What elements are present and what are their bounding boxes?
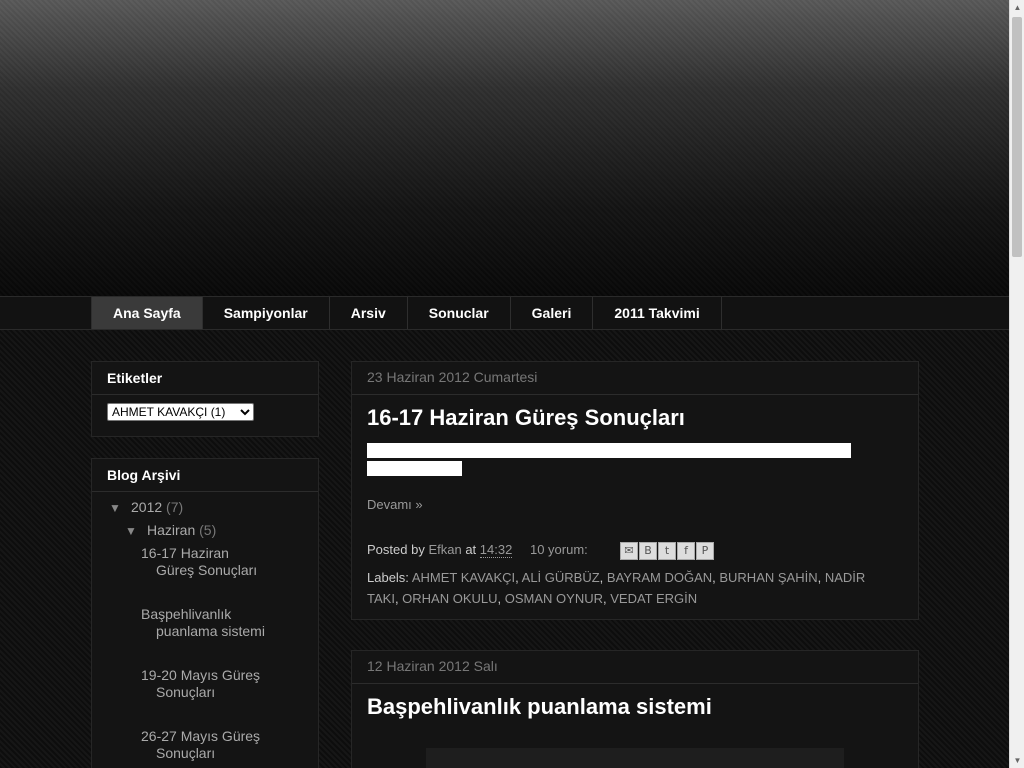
facebook-icon[interactable]: f	[677, 542, 695, 560]
blog-post: 12 Haziran 2012 Salı Başpehlivanlık puan…	[351, 650, 919, 768]
archive-post-link[interactable]: 16-17 Haziran Güreş Sonuçları	[141, 545, 266, 579]
archive-month-row: ▼ Haziran (5)	[125, 522, 216, 538]
tab-galeri[interactable]: Galeri	[511, 297, 594, 329]
email-icon[interactable]: ✉	[620, 542, 638, 560]
archive-month-count: (5)	[199, 522, 217, 538]
label-link[interactable]: OSMAN OYNUR	[505, 591, 603, 606]
archive-post-link[interactable]: 26-27 Mayıs Güreş Sonuçları	[141, 728, 266, 762]
redacted-text-block	[367, 443, 851, 458]
navbar: Ana Sayfa Sampiyonlar Arsiv Sonuclar Gal…	[0, 296, 1009, 330]
post-labels: Labels: AHMET KAVAKÇI, ALİ GÜRBÜZ, BAYRA…	[367, 570, 866, 606]
tab-ana-sayfa[interactable]: Ana Sayfa	[91, 297, 203, 329]
archive-widget: Blog Arşivi ▼ 2012 (7) ▼ Haziran (5) 16-17…	[91, 458, 319, 768]
label-link[interactable]: BURHAN ŞAHİN	[719, 570, 817, 585]
vertical-scrollbar[interactable]: ▲ ▼	[1009, 0, 1024, 768]
labels-widget-title: Etiketler	[92, 362, 318, 395]
share-buttons: ✉ B t f P	[620, 542, 715, 560]
archive-year-count: (7)	[166, 499, 184, 515]
archive-month-link[interactable]: Haziran	[147, 522, 195, 538]
scroll-up-arrow-icon[interactable]: ▲	[1010, 0, 1024, 15]
blog-header	[0, 0, 1009, 296]
comments-link[interactable]: 10 yorum:	[530, 542, 588, 557]
tab-sonuclar[interactable]: Sonuclar	[408, 297, 511, 329]
page: Ana Sayfa Sampiyonlar Arsiv Sonuclar Gal…	[0, 0, 1009, 768]
post-footer: Posted by Efkan at 14:32 10 yorum:	[367, 542, 588, 558]
labels-dropdown[interactable]: AHMET KAVAKÇI (1)	[107, 403, 254, 421]
label-link[interactable]: AHMET KAVAKÇI	[412, 570, 515, 585]
collapse-toggle-icon[interactable]: ▼	[125, 524, 147, 538]
twitter-icon[interactable]: t	[658, 542, 676, 560]
collapse-toggle-icon[interactable]: ▼	[109, 501, 131, 515]
embedded-media[interactable]	[426, 748, 844, 768]
blog-post: 23 Haziran 2012 Cumartesi 16-17 Haziran …	[351, 361, 919, 620]
tab-sampiyonlar[interactable]: Sampiyonlar	[203, 297, 330, 329]
scrollbar-thumb[interactable]	[1012, 17, 1022, 257]
label-link[interactable]: ALİ GÜRBÜZ	[522, 570, 600, 585]
post-title[interactable]: Başpehlivanlık puanlama sistemi	[367, 694, 712, 720]
author-link[interactable]: Efkan	[428, 542, 461, 557]
post-time-link[interactable]: 14:32	[479, 542, 513, 558]
archive-post-link[interactable]: 19-20 Mayıs Güreş Sonuçları	[141, 667, 266, 701]
archive-widget-title: Blog Arşivi	[92, 459, 318, 492]
post-title[interactable]: 16-17 Haziran Güreş Sonuçları	[367, 405, 685, 431]
at-label: at	[465, 542, 477, 557]
archive-year-link[interactable]: 2012	[131, 499, 162, 515]
scroll-down-arrow-icon[interactable]: ▼	[1010, 753, 1024, 768]
label-link[interactable]: ORHAN OKULU	[402, 591, 497, 606]
archive-year-row: ▼ 2012 (7)	[109, 499, 183, 515]
redacted-text-block	[367, 461, 462, 476]
nav-tabs: Ana Sayfa Sampiyonlar Arsiv Sonuclar Gal…	[91, 297, 722, 330]
label-link[interactable]: VEDAT ERGİN	[610, 591, 697, 606]
post-date: 23 Haziran 2012 Cumartesi	[352, 362, 918, 395]
labels-prefix: Labels:	[367, 570, 409, 585]
posted-by-label: Posted by	[367, 542, 425, 557]
read-more-link[interactable]: Devamı »	[367, 497, 423, 512]
pinterest-icon[interactable]: P	[696, 542, 714, 560]
tab-2011-takvimi[interactable]: 2011 Takvimi	[593, 297, 722, 329]
post-date: 12 Haziran 2012 Salı	[352, 651, 918, 684]
tab-arsiv[interactable]: Arsiv	[330, 297, 408, 329]
label-link[interactable]: BAYRAM DOĞAN	[607, 570, 712, 585]
blogger-icon[interactable]: B	[639, 542, 657, 560]
archive-post-link[interactable]: Başpehlivanlık puanlama sistemi	[141, 606, 266, 640]
labels-widget: Etiketler AHMET KAVAKÇI (1)	[91, 361, 319, 437]
